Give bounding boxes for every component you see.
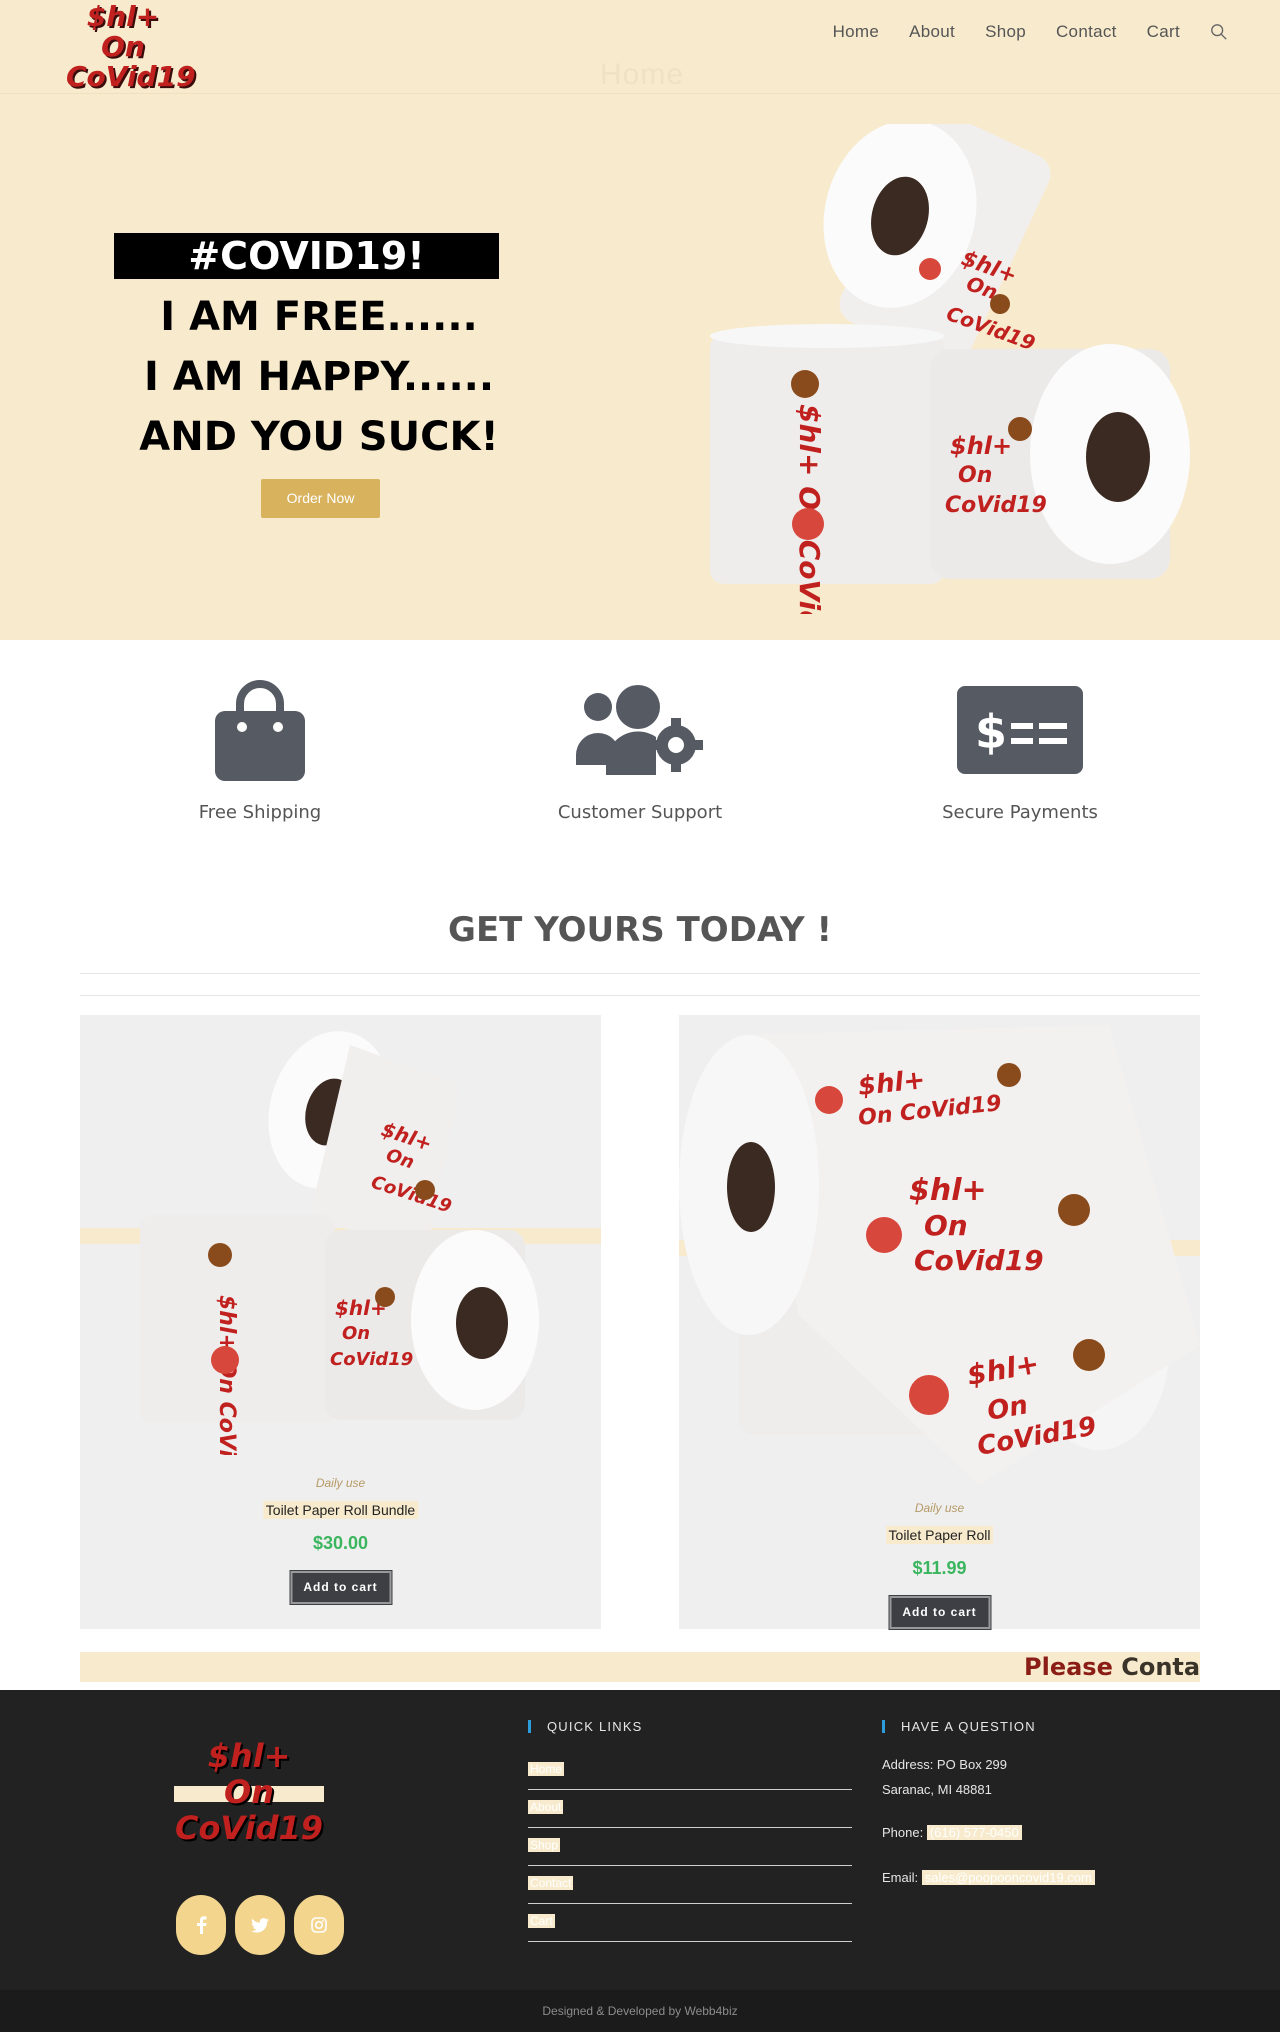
contact-phone: Phone: (616) 577-0450 <box>882 1820 1022 1845</box>
svg-text:CoVid19: CoVid19 <box>945 493 1047 518</box>
svg-text:CoVid19: CoVid19 <box>914 1244 1044 1277</box>
nav-home[interactable]: Home <box>833 22 880 42</box>
site-logo[interactable]: $hl+ On CoVid19 <box>66 0 196 94</box>
product-category[interactable]: Daily use <box>80 1476 601 1490</box>
contact-marquee: Please Contac <box>80 1652 1200 1682</box>
phone-label: Phone: <box>882 1825 927 1840</box>
section-title: GET YOURS TODAY ! <box>448 910 832 950</box>
product-image-single[interactable]: $hl+ On CoVid19 $hl+ On CoVid19 $hl+ On … <box>679 1015 1200 1485</box>
product-name[interactable]: Toilet Paper Roll <box>885 1526 994 1544</box>
feature-free-shipping: Free Shipping <box>110 680 410 823</box>
footer-link-about[interactable]: About <box>528 1790 852 1828</box>
feature-secure-payments: $ Secure Payments <box>870 680 1170 823</box>
svg-text:CoVid19: CoVid19 <box>330 1349 413 1370</box>
footer-link-contact[interactable]: Contact <box>528 1866 852 1904</box>
footer-link-label[interactable]: Cart <box>528 1914 555 1928</box>
search-icon[interactable] <box>1210 23 1228 41</box>
footer-logo[interactable]: $hl+ On CoVid19 <box>174 1738 324 1848</box>
svg-text:$: $ <box>975 705 1007 759</box>
svg-text:$hl+: $hl+ <box>909 1173 987 1208</box>
product-price: $30.00 <box>312 1533 369 1553</box>
footer-link-home[interactable]: Home <box>528 1752 852 1790</box>
hero-line-2: I AM HAPPY...... <box>143 354 495 400</box>
users-cog-icon <box>490 680 790 780</box>
feature-label-support: Customer Support <box>557 802 723 823</box>
logo-line-2: On <box>101 30 145 63</box>
address-line-2: Saranac, MI 48881 <box>882 1782 992 1797</box>
add-to-cart-button[interactable]: Add to cart <box>888 1595 991 1630</box>
svg-text:On: On <box>342 1323 370 1344</box>
contact-email: Email: sales@poopooncovid19.com <box>882 1865 1095 1890</box>
nav-about[interactable]: About <box>909 22 955 42</box>
footer-link-label[interactable]: About <box>528 1800 564 1814</box>
marquee-text-part2: Contac <box>1121 1653 1200 1681</box>
facebook-icon[interactable] <box>176 1895 226 1955</box>
phone-link[interactable]: (616) 577-0450 <box>926 1825 1022 1840</box>
money-check-icon: $ <box>870 680 1170 780</box>
footer-link-shop[interactable]: Shop <box>528 1828 852 1866</box>
quick-links-title: QUICK LINKS <box>528 1720 643 1733</box>
copyright-bar: Designed & Developed by Webb4biz <box>0 1990 1280 2032</box>
contact-address: Address: PO Box 299 Saranac, MI 48881 <box>882 1752 1007 1802</box>
nav-contact[interactable]: Contact <box>1056 22 1117 42</box>
footer-link-label[interactable]: Home <box>528 1762 565 1776</box>
divider <box>80 995 1200 996</box>
twitter-icon[interactable] <box>235 1895 285 1955</box>
main-nav: Home About Shop Contact Cart <box>803 22 1228 42</box>
product-price: $11.99 <box>912 1558 967 1578</box>
order-now-button[interactable]: Order Now <box>261 479 380 518</box>
hero-line-3: AND YOU SUCK! <box>139 414 499 460</box>
svg-text:On: On <box>924 1209 968 1242</box>
instagram-icon[interactable] <box>294 1895 344 1955</box>
product-card-single[interactable]: $hl+ On CoVid19 $hl+ On CoVid19 $hl+ On … <box>679 1015 1200 1630</box>
svg-text:$hl+: $hl+ <box>950 432 1012 460</box>
nav-cart[interactable]: Cart <box>1147 22 1180 42</box>
marquee-text-part1: Please <box>1024 1653 1122 1681</box>
feature-label-shipping: Free Shipping <box>198 802 322 823</box>
feature-label-payments: Secure Payments <box>942 802 1098 823</box>
product-name[interactable]: Toilet Paper Roll Bundle <box>262 1501 419 1519</box>
question-title: HAVE A QUESTION <box>882 1720 1036 1733</box>
product-image-bundle[interactable]: $hl+ On CoVid19 $hl+ On CoVid19 $hl+ On … <box>80 1015 601 1455</box>
hero-hashtag: #COVID19! <box>114 233 499 279</box>
feature-customer-support: Customer Support <box>490 680 790 823</box>
logo-line-3: CoVid19 <box>66 60 196 93</box>
page-title-ghost: Home <box>600 58 685 91</box>
site-footer: $hl+ On CoVid19 QUICK LINKS Home About S… <box>0 1690 1280 1990</box>
svg-text:$hl+ On CoVid19: $hl+ On CoVid19 <box>214 1295 239 1455</box>
footer-link-cart[interactable]: Cart <box>528 1904 852 1942</box>
product-category[interactable]: Daily use <box>679 1501 1200 1515</box>
site-header: $hl+ On CoVid19 Home Home About Shop Con… <box>0 0 1280 94</box>
svg-text:On: On <box>958 463 992 488</box>
footer-logo-line-1: $hl+ <box>207 1737 291 1775</box>
hero-banner: #COVID19! I AM FREE...... I AM HAPPY....… <box>0 94 1280 640</box>
footer-link-label[interactable]: Contact <box>528 1876 574 1890</box>
footer-logo-line-2: On <box>224 1773 274 1811</box>
footer-link-label[interactable]: Shop <box>528 1838 561 1852</box>
product-card-bundle[interactable]: $hl+ On CoVid19 $hl+ On CoVid19 $hl+ On … <box>80 1015 601 1629</box>
marquee-text: Please Contac <box>1024 1652 1200 1682</box>
divider <box>80 973 1200 974</box>
shopping-bag-icon <box>110 680 410 781</box>
nav-shop[interactable]: Shop <box>985 22 1026 42</box>
footer-logo-line-3: CoVid19 <box>174 1809 324 1847</box>
email-label: Email: <box>882 1870 922 1885</box>
copyright-text: Designed & Developed by Webb4biz <box>542 2004 738 2018</box>
logo-line-1: $hl+ <box>86 0 160 33</box>
hero-line-1: I AM FREE...... <box>160 294 478 340</box>
toilet-paper-stack-image: $hl+ On CoVid19 $hl+ On CoVid19 $hl+ On … <box>710 124 1190 614</box>
add-to-cart-button[interactable]: Add to cart <box>289 1570 392 1605</box>
address-line-1: Address: PO Box 299 <box>882 1757 1008 1772</box>
email-link[interactable]: sales@poopooncovid19.com <box>921 1870 1095 1885</box>
